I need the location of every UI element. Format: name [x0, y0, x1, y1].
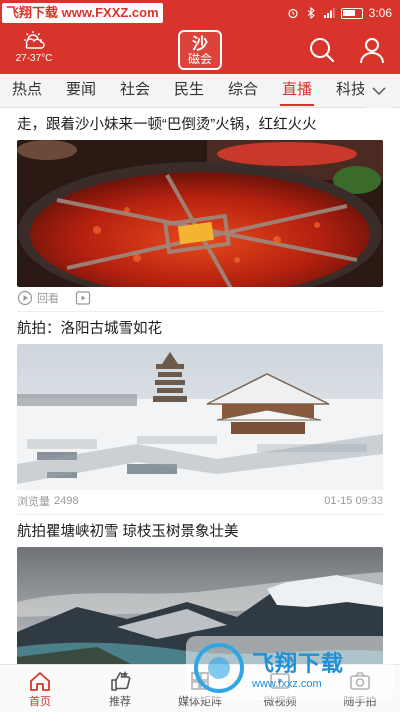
watermark-logo-icon	[194, 643, 244, 693]
tab-livelihood[interactable]: 民生	[162, 74, 216, 108]
tab-hot[interactable]: 热点	[0, 74, 54, 108]
status-time: 3:06	[368, 6, 392, 20]
search-button[interactable]	[306, 34, 338, 66]
status-bar: 飞翔下载 www.FXXZ.com 3:06	[0, 0, 400, 26]
snow-city-image	[17, 344, 383, 490]
nav-home[interactable]: 首页	[0, 665, 80, 712]
watermark-banner: 飞翔下载 www.FXXZ.com	[2, 3, 163, 23]
nav-home-label: 首页	[29, 696, 51, 708]
chevron-down-icon	[372, 87, 386, 96]
sun-cloud-icon	[24, 31, 45, 49]
battery-icon	[340, 7, 363, 19]
views-count: 2498	[54, 495, 79, 507]
article-thumbnail-hotpot[interactable]	[17, 140, 383, 287]
tab-tech[interactable]: 科技	[324, 74, 364, 108]
article-meta: 浏览量 2498 01-15 09:33	[0, 490, 400, 512]
watermark-text: 飞翔下载 www.fxxz.com	[252, 646, 344, 690]
views-label: 浏览量	[17, 496, 50, 508]
replay-icon	[17, 290, 33, 306]
nav-recommend-label: 推荐	[109, 696, 131, 708]
article-title[interactable]: 走，跟着沙小妹来一顿“巴倒烫”火锅，红红火火	[0, 108, 400, 136]
tab-news[interactable]: 要闻	[54, 74, 108, 108]
nav-recommend[interactable]: 推荐	[80, 665, 160, 712]
weather-temperature: 27-37°C	[15, 53, 53, 64]
tab-live[interactable]: 直播	[270, 74, 324, 108]
user-icon	[360, 38, 384, 64]
search-icon	[310, 38, 335, 63]
video-icon	[75, 291, 91, 305]
watermark-title: 飞翔下载	[252, 651, 345, 676]
news-feed: 走，跟着沙小妹来一顿“巴倒烫”火锅，红红火火 回看 航拍：洛阳古城雪如花 浏览量…	[0, 108, 400, 664]
signal-icon	[323, 8, 335, 18]
profile-button[interactable]	[356, 34, 388, 66]
article-thumbnail-luoyang[interactable]	[17, 344, 383, 490]
tab-general[interactable]: 综合	[216, 74, 270, 108]
tab-society[interactable]: 社会	[108, 74, 162, 108]
logo-text-bottom: 磁会	[187, 51, 212, 66]
weather-widget[interactable]: 27-37°C	[12, 30, 56, 70]
article-title[interactable]: 航拍：洛阳古城雪如花	[0, 312, 400, 340]
article-meta: 回看	[0, 287, 400, 309]
status-indicators: 3:06	[287, 0, 392, 26]
article-date: 01-15 09:33	[324, 495, 383, 507]
more-tabs-button[interactable]	[366, 74, 392, 108]
home-icon	[30, 672, 50, 691]
bluetooth-icon	[307, 7, 315, 19]
app-logo: 沙 磁会	[178, 30, 222, 70]
app-header: 27-37°C 沙 磁会	[0, 26, 400, 74]
thumbs-up-icon	[111, 671, 131, 691]
replay-label: 回看	[37, 293, 59, 305]
hotpot-image	[17, 140, 383, 287]
watermark-overlay: 飞翔下载 www.fxxz.com	[186, 636, 394, 700]
category-tabs: 热点 要闻 社会 民生 综合 直播 科技	[0, 74, 400, 108]
watermark-url: www.fxxz.com	[252, 678, 322, 690]
alarm-icon	[288, 8, 298, 19]
logo-text-top: 沙	[191, 33, 208, 53]
tabs-scroll: 热点 要闻 社会 民生 综合 直播 科技	[0, 74, 364, 108]
article-title[interactable]: 航拍瞿塘峡初雪 琼枝玉树景象壮美	[0, 515, 400, 543]
